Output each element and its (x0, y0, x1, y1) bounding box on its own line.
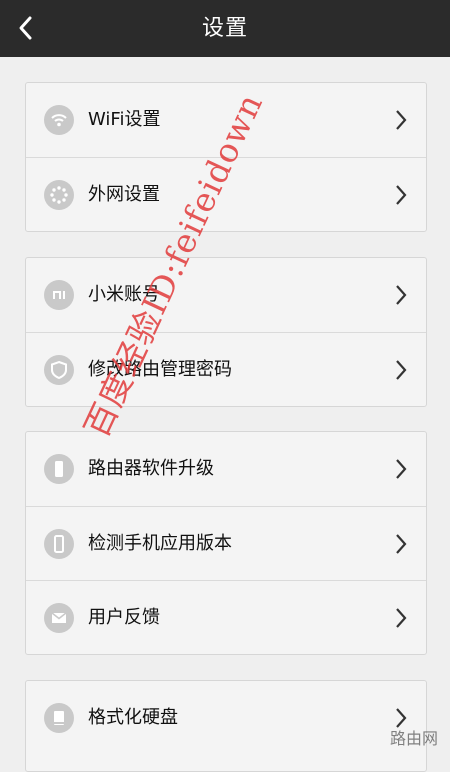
wan-settings-label: 外网设置 (88, 184, 160, 205)
mi-account-icon (44, 280, 74, 310)
check-app-version-label: 检测手机应用版本 (88, 533, 232, 554)
mail-icon (44, 603, 74, 633)
wifi-settings-label: WiFi设置 (88, 109, 161, 130)
wifi-icon (44, 105, 74, 135)
format-disk-label: 格式化硬盘 (88, 707, 178, 728)
top-bar: 设置 (0, 0, 450, 57)
phone-outline-icon (44, 529, 74, 559)
page-title: 设置 (201, 16, 248, 41)
chevron-right-icon (396, 285, 407, 305)
router-firmware-upgrade-label: 路由器软件升级 (88, 458, 214, 479)
settings-group-system: 路由器软件升级 检测手机应用版本 用户反馈 (25, 431, 427, 655)
chevron-right-icon (396, 110, 407, 130)
settings-group-account: 小米账号 修改路由管理密码 (25, 257, 427, 407)
chevron-right-icon (396, 360, 407, 380)
disk-icon (44, 703, 74, 733)
phone-icon (44, 454, 74, 484)
chevron-right-icon (396, 608, 407, 628)
router-firmware-upgrade-item[interactable]: 路由器软件升级 (26, 432, 426, 506)
chevron-right-icon (396, 534, 407, 554)
chevron-right-icon (396, 185, 407, 205)
logo-sub-text: 路由网 (389, 731, 438, 748)
check-app-version-item[interactable]: 检测手机应用版本 (26, 506, 426, 580)
site-logo-watermark: 路由网 (294, 691, 444, 751)
user-feedback-item[interactable]: 用户反馈 (26, 580, 426, 654)
mi-account-item[interactable]: 小米账号 (26, 258, 426, 332)
chevron-right-icon (396, 459, 407, 479)
user-feedback-label: 用户反馈 (88, 607, 160, 628)
shield-icon (44, 355, 74, 385)
spinner-icon (44, 180, 74, 210)
